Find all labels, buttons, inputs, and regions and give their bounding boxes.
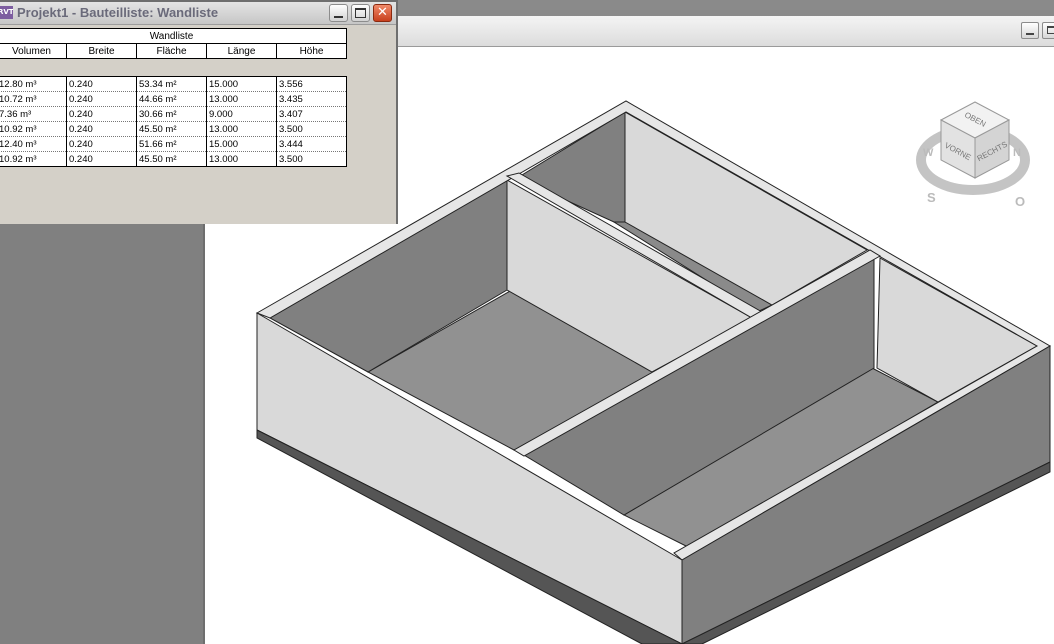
table-cell[interactable]: 44.66 m² xyxy=(136,91,207,107)
table-cell[interactable]: 15.000 xyxy=(206,136,277,152)
table-cell[interactable]: 0.240 xyxy=(66,151,137,167)
table-cell[interactable]: 45.50 m² xyxy=(136,151,207,167)
table-cell[interactable]: 3.500 xyxy=(276,151,347,167)
table-cell[interactable]: 9.000 xyxy=(206,106,277,122)
revit-app-icon: RVT xyxy=(0,6,13,19)
table-cell[interactable]: 0.240 xyxy=(66,136,137,152)
compass-o-label: O xyxy=(1015,194,1025,208)
table-row[interactable]: 12.80 m³ 0.240 53.34 m² 15.000 3.556 xyxy=(0,76,347,92)
table-cell[interactable]: 3.407 xyxy=(276,106,347,122)
table-cell[interactable]: 51.66 m² xyxy=(136,136,207,152)
table-cell[interactable]: 10.92 m³ xyxy=(0,151,67,167)
maximize-icon xyxy=(1047,26,1054,34)
table-cell[interactable]: 13.000 xyxy=(206,121,277,137)
column-header-volumen[interactable]: Volumen xyxy=(0,43,67,59)
minimize-button[interactable] xyxy=(329,4,348,22)
table-row[interactable]: 10.92 m³ 0.240 45.50 m² 13.000 3.500 xyxy=(0,151,347,167)
compass-s-label: S xyxy=(927,190,936,205)
table-cell[interactable]: 3.556 xyxy=(276,76,347,92)
viewcube[interactable]: OBEN VORNE RECHTS S W N O xyxy=(913,98,1033,208)
table-cell[interactable]: 53.34 m² xyxy=(136,76,207,92)
schedule-header: Wandliste Volumen Breite Fläche Länge Hö… xyxy=(0,28,348,59)
table-cell[interactable]: 10.72 m³ xyxy=(0,91,67,107)
table-cell[interactable]: 10.92 m³ xyxy=(0,121,67,137)
table-cell[interactable]: 12.40 m³ xyxy=(0,136,67,152)
table-cell[interactable]: 13.000 xyxy=(206,91,277,107)
table-cell[interactable]: 0.240 xyxy=(66,76,137,92)
table-cell[interactable]: 30.66 m² xyxy=(136,106,207,122)
maximize-button[interactable] xyxy=(351,4,370,22)
schedule-title[interactable]: Wandliste xyxy=(0,28,348,44)
schedule-table-area[interactable]: Wandliste Volumen Breite Fläche Länge Hö… xyxy=(0,26,396,224)
table-cell[interactable]: 13.000 xyxy=(206,151,277,167)
table-row[interactable]: 7.36 m³ 0.240 30.66 m² 9.000 3.407 xyxy=(0,106,347,122)
maximize-icon xyxy=(355,8,366,18)
table-cell[interactable]: 3.500 xyxy=(276,121,347,137)
close-button[interactable]: ✕ xyxy=(373,4,392,22)
table-cell[interactable]: 7.36 m³ xyxy=(0,106,67,122)
column-header-laenge[interactable]: Länge xyxy=(206,43,277,59)
table-cell[interactable]: 0.240 xyxy=(66,106,137,122)
table-row[interactable]: 10.72 m³ 0.240 44.66 m² 13.000 3.435 xyxy=(0,91,347,107)
compass-n-label: N xyxy=(1013,147,1021,159)
table-cell[interactable]: 3.444 xyxy=(276,136,347,152)
column-header-breite[interactable]: Breite xyxy=(66,43,137,59)
minimize-icon xyxy=(334,16,343,18)
table-cell[interactable]: 45.50 m² xyxy=(136,121,207,137)
view-minimize-button[interactable] xyxy=(1021,22,1039,39)
table-cell[interactable]: 0.240 xyxy=(66,91,137,107)
table-cell[interactable]: 0.240 xyxy=(66,121,137,137)
column-header-flaeche[interactable]: Fläche xyxy=(136,43,207,59)
column-header-hoehe[interactable]: Höhe xyxy=(275,43,348,59)
table-row[interactable]: 10.92 m³ 0.240 45.50 m² 13.000 3.500 xyxy=(0,121,347,137)
view-maximize-button[interactable] xyxy=(1042,22,1054,39)
close-icon: ✕ xyxy=(377,5,388,20)
table-cell[interactable]: 12.80 m³ xyxy=(0,76,67,92)
table-cell[interactable]: 3.435 xyxy=(276,91,347,107)
schedule-data[interactable]: 12.80 m³ 0.240 53.34 m² 15.000 3.556 10.72 m³… xyxy=(0,76,347,167)
window-title: Projekt1 - Bauteilliste: Wandliste xyxy=(17,5,219,20)
schedule-window[interactable]: RVT Projekt1 - Bauteilliste: Wandliste ✕… xyxy=(0,0,398,224)
minimize-icon xyxy=(1026,33,1034,35)
table-row[interactable]: 12.40 m³ 0.240 51.66 m² 15.000 3.444 xyxy=(0,136,347,152)
table-cell[interactable]: 15.000 xyxy=(206,76,277,92)
schedule-window-titlebar[interactable]: RVT Projekt1 - Bauteilliste: Wandliste ✕ xyxy=(0,2,396,25)
background-window-strip xyxy=(398,0,1054,16)
compass-w-label: W xyxy=(923,147,934,159)
